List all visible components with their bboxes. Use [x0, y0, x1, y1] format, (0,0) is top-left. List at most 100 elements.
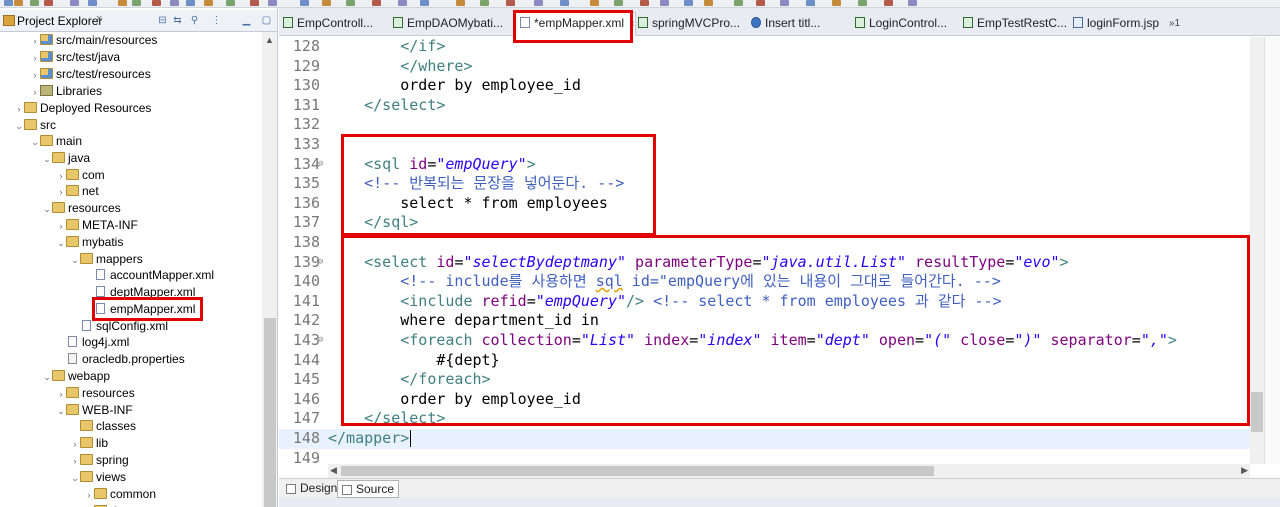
tree-scrollbar[interactable]: ▲	[262, 32, 277, 507]
link-editor-icon[interactable]: ⇆	[172, 15, 183, 26]
toolbar-button-icon[interactable]	[186, 0, 195, 6]
editor-tab-emptestrestc[interactable]: EmpTestRestC...	[959, 13, 1067, 35]
tree-item-dept[interactable]: ›dept	[84, 503, 133, 507]
toolbar-button-icon[interactable]	[170, 0, 179, 6]
code-line[interactable]: 135 <!-- 반복되는 문장을 넣어둔다. -->	[279, 174, 1250, 194]
tree-item-webapp[interactable]: ⌄ webapp	[42, 368, 110, 384]
toolbar-button-icon[interactable]	[204, 0, 213, 6]
chevron-down-icon[interactable]: ⌄	[56, 235, 66, 251]
tree-item-empmapper-xml[interactable]: empMapper.xml	[84, 301, 195, 317]
tree-scroll-thumb[interactable]	[264, 318, 276, 507]
editor-tab-insert-titl[interactable]: Insert titl...	[747, 13, 820, 35]
code-line[interactable]: 144 #{dept}	[279, 351, 1250, 371]
toolbar-button-icon[interactable]	[398, 0, 407, 6]
editor-vertical-scrollbar[interactable]	[1250, 37, 1264, 464]
tree-item-resources[interactable]: › resources	[56, 385, 135, 401]
editor-horizontal-scrollbar[interactable]: ◀ ▶	[328, 464, 1250, 478]
code-line[interactable]: 130 order by employee_id	[279, 76, 1250, 96]
code-line[interactable]: 134 ⊖ <sql id="empQuery">	[279, 155, 1250, 175]
toolbar-button-icon[interactable]	[640, 0, 649, 6]
chevron-down-icon[interactable]: ⌄	[42, 201, 52, 217]
minimize-icon[interactable]: ▁	[241, 15, 252, 26]
fold-toggle-icon[interactable]: ⊖	[318, 253, 323, 273]
tree-item-classes[interactable]: classes	[70, 418, 136, 434]
code-line[interactable]: 142 where department_id in	[279, 311, 1250, 331]
toolbar-button-icon[interactable]	[704, 0, 713, 6]
maximize-icon[interactable]: ▢	[261, 15, 272, 26]
tree-item-com[interactable]: › com	[56, 167, 105, 183]
scroll-up-icon[interactable]: ▲	[265, 35, 274, 45]
toolbar-button-icon[interactable]	[4, 0, 13, 6]
toolbar-button-icon[interactable]	[152, 0, 161, 6]
toolbar-button-icon[interactable]	[132, 0, 141, 6]
code-line[interactable]: 145 </foreach>	[279, 370, 1250, 390]
chevron-down-icon[interactable]: ⌄	[30, 134, 40, 150]
chevron-right-icon[interactable]: ›	[70, 436, 80, 452]
toolbar-button-icon[interactable]	[268, 0, 277, 6]
tree-item-log4j-xml[interactable]: log4j.xml	[56, 334, 129, 350]
chevron-right-icon[interactable]: ›	[70, 453, 80, 469]
toolbar-button-icon[interactable]	[756, 0, 765, 6]
tab-overflow-indicator[interactable]: »1	[1169, 18, 1180, 29]
tree-item-common[interactable]: › common	[84, 486, 157, 503]
fold-toggle-icon[interactable]: ⊖	[318, 331, 323, 351]
tree-item-src-test-java[interactable]: › src/test/java	[30, 49, 121, 65]
code-line[interactable]: 139 ⊖ <select id = "selectBydeptmany" param…	[279, 253, 1250, 273]
toolbar-button-icon[interactable]	[250, 0, 259, 6]
tree-item-net[interactable]: › net	[56, 183, 99, 199]
chevron-right-icon[interactable]: ›	[56, 218, 66, 234]
close-icon[interactable]: ×	[96, 13, 102, 25]
toolbar-button-icon[interactable]	[884, 0, 893, 6]
tree-item-java[interactable]: ⌄ java	[42, 150, 90, 166]
toolbar-button-icon[interactable]	[614, 0, 623, 6]
toolbar-button-icon[interactable]	[858, 0, 867, 6]
tree-item-deptmapper-xml[interactable]: deptMapper.xml	[84, 284, 195, 300]
toolbar-button-icon[interactable]	[560, 0, 569, 6]
tree-item-mybatis[interactable]: ⌄ mybatis	[56, 234, 123, 250]
toolbar-button-icon[interactable]	[420, 0, 429, 6]
editor-tab-empdaomybati[interactable]: EmpDAOMybati...	[389, 13, 503, 35]
toolbar-button-icon[interactable]	[226, 0, 235, 6]
chevron-right-icon[interactable]: ›	[56, 168, 66, 184]
tree-item-oracledb-properties[interactable]: oracledb.properties	[56, 351, 185, 367]
scroll-left-icon[interactable]: ◀	[330, 465, 337, 476]
toolbar-button-icon[interactable]	[806, 0, 815, 6]
editor-tab-empcontroll[interactable]: EmpControll...	[279, 13, 373, 35]
chevron-right-icon[interactable]: ›	[84, 487, 94, 503]
tree-item-lib[interactable]: › lib	[70, 435, 109, 452]
code-line[interactable]: 146 order by employee_id	[279, 390, 1250, 410]
code-line[interactable]: 143 ⊖ <foreach collection="List" index="i…	[279, 331, 1250, 351]
toolbar-button-icon[interactable]	[660, 0, 669, 6]
editor-tab-empmapper-xml[interactable]: *empMapper.xml ×	[515, 12, 636, 36]
editor-tab-springmvcpro[interactable]: springMVCPro...	[634, 13, 740, 35]
toolbar-button-icon[interactable]	[88, 0, 97, 6]
toolbar-button-icon[interactable]	[456, 0, 465, 6]
toolbar-button-icon[interactable]	[300, 0, 309, 6]
toolbar-button-icon[interactable]	[346, 0, 355, 6]
chevron-right-icon[interactable]: ›	[56, 386, 66, 402]
toolbar-button-icon[interactable]	[44, 0, 53, 6]
toolbar-button-icon[interactable]	[534, 0, 543, 6]
tree-item-accountmapper-xml[interactable]: accountMapper.xml	[84, 267, 214, 283]
code-line[interactable]: 137 </sql>	[279, 213, 1250, 233]
view-menu-icon[interactable]: ⋮	[211, 15, 222, 26]
code-line[interactable]: 140 <!-- include를 사용하면 sql id="empQuery에…	[279, 272, 1250, 292]
fold-toggle-icon[interactable]: ⊖	[318, 155, 323, 175]
tree-item-spring[interactable]: › spring	[70, 452, 129, 468]
code-line[interactable]: 131 </select>	[279, 96, 1250, 116]
tree-item-mappers[interactable]: ⌄ mappers	[70, 251, 142, 268]
tree-item-sqlconfig-xml[interactable]: sqlConfig.xml	[70, 318, 168, 334]
editor-tab-loginform-jsp[interactable]: loginForm.jsp	[1069, 13, 1159, 35]
tab-design[interactable]: Design	[282, 480, 341, 498]
chevron-right-icon[interactable]: ›	[30, 33, 40, 49]
chevron-down-icon[interactable]: ⌄	[70, 252, 80, 268]
tree-item-src[interactable]: ⌄ src	[14, 117, 56, 133]
toolbar-button-icon[interactable]	[118, 0, 127, 6]
chevron-right-icon[interactable]: ›	[30, 84, 40, 100]
toolbar-button-icon[interactable]	[322, 0, 331, 6]
code-line[interactable]: 136 select * from employees	[279, 194, 1250, 214]
chevron-down-icon[interactable]: ⌄	[14, 118, 24, 134]
toolbar-button-icon[interactable]	[14, 0, 23, 6]
chevron-right-icon[interactable]: ›	[14, 101, 24, 117]
tree-item-views[interactable]: ⌄ views	[70, 469, 126, 485]
